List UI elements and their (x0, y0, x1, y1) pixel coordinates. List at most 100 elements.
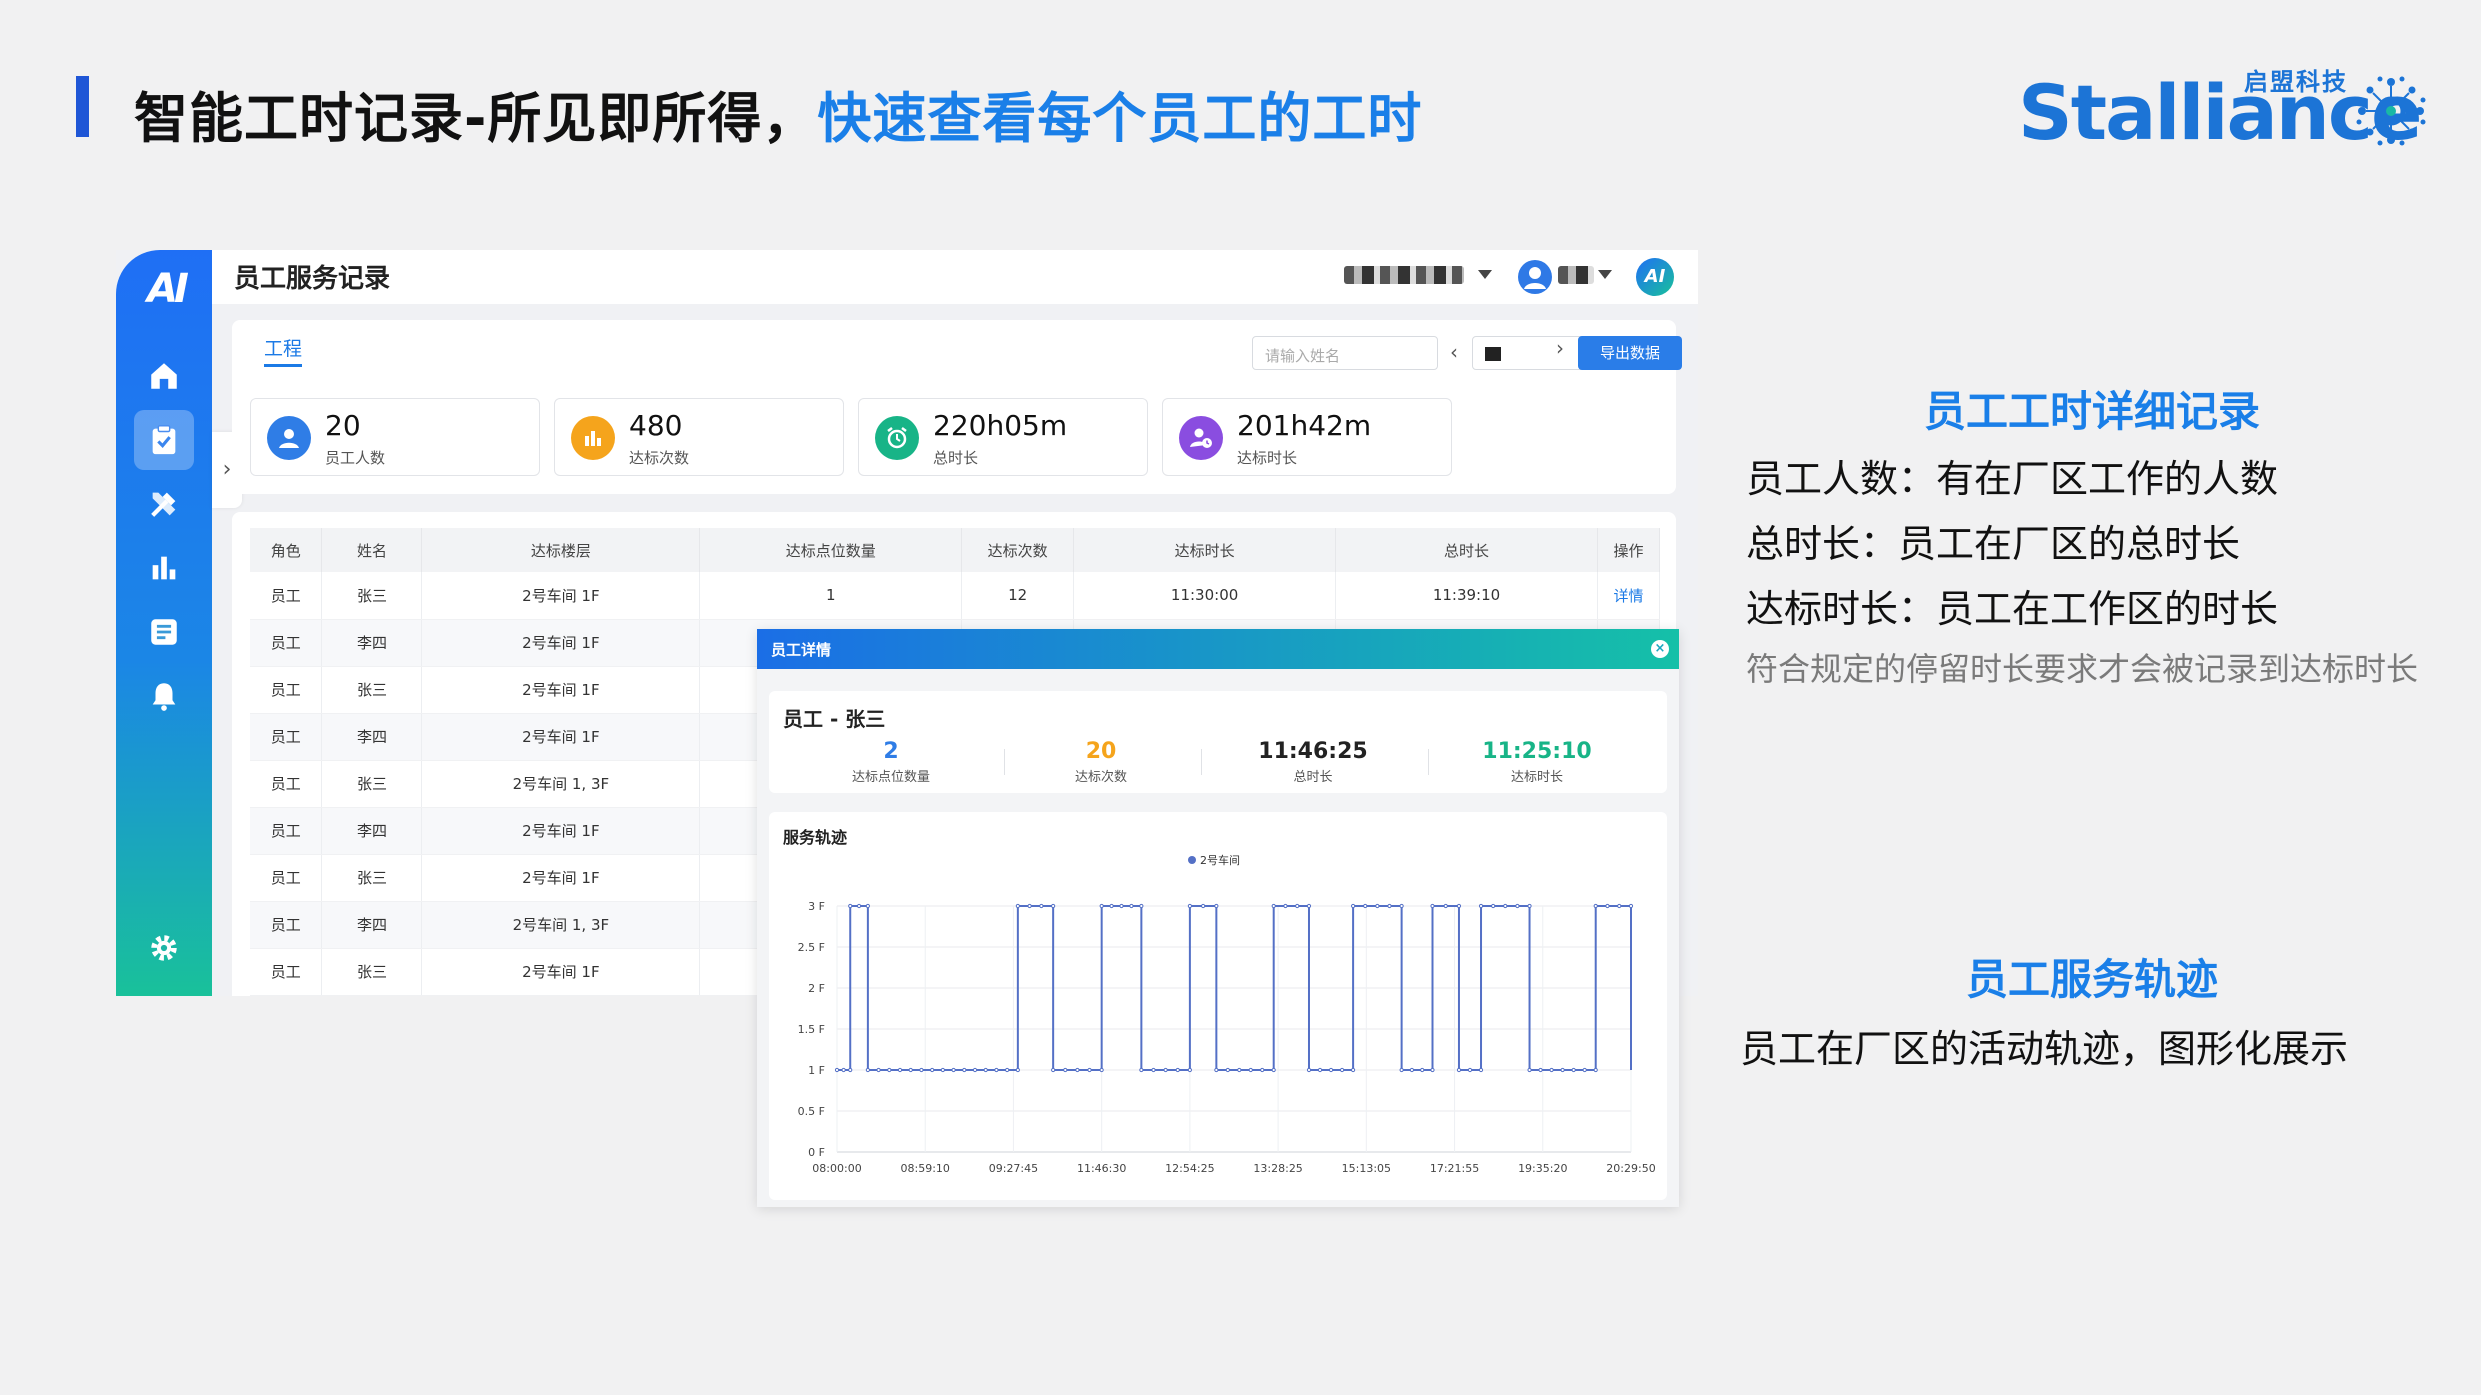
data-point (940, 1067, 945, 1073)
stat-card-employees: 20 员工人数 (250, 398, 540, 476)
y-tick-label: 2.5 F (798, 941, 825, 954)
data-point (1317, 1067, 1323, 1073)
data-point (1491, 903, 1496, 909)
data-point (1503, 903, 1508, 909)
modal-header: 员工详情 × (757, 629, 1679, 669)
table-cell: 员工 (250, 901, 323, 949)
list-doc-icon (151, 619, 177, 645)
modal-stat-value: 11:25:10 (1482, 739, 1592, 764)
chevron-down-icon[interactable] (1598, 270, 1612, 279)
chevron-down-icon[interactable] (1478, 270, 1492, 279)
detail-link[interactable]: 详情 (1597, 572, 1661, 620)
sidebar-item-alerts[interactable] (134, 666, 194, 726)
data-point (876, 1067, 881, 1073)
data-point (1237, 1067, 1242, 1073)
tab-engineering[interactable]: 工程 (264, 334, 302, 361)
note-employee-count: 员工人数：有在厂区工作的人数 (1746, 457, 2279, 501)
slide-title: 智能工时记录-所见即所得，快速查看每个员工的工时 (134, 74, 1422, 153)
data-point (1187, 1067, 1192, 1073)
close-icon[interactable]: × (1651, 640, 1669, 658)
data-point (1605, 903, 1610, 909)
column-header: 姓名 (321, 528, 423, 572)
stat-label: 达标时长 (1237, 449, 1298, 467)
column-header: 达标点位数量 (699, 528, 963, 572)
sidebar-item-list[interactable] (134, 602, 194, 662)
table-cell: 2号车间 1F (421, 807, 701, 855)
table-cell: 2号车间 1, 3F (421, 760, 701, 808)
blurred-org-selector[interactable] (1344, 266, 1464, 284)
data-point (1119, 903, 1124, 909)
sidebar-item-stats[interactable] (134, 538, 194, 598)
bar-chart-icon (152, 556, 176, 580)
user-clock-icon (1179, 416, 1223, 460)
x-tick-label: 09:27:45 (989, 1162, 1038, 1175)
table-cell: 员工 (250, 572, 323, 620)
user-icon (1524, 267, 1546, 289)
data-point (1099, 1067, 1104, 1073)
data-point (1527, 903, 1532, 909)
data-point (1271, 1067, 1276, 1073)
data-point (1443, 903, 1448, 909)
table-cell: 员工 (250, 713, 323, 761)
data-point (1617, 903, 1622, 909)
blurred-date-text (1485, 347, 1501, 361)
data-point (1593, 903, 1598, 909)
note-qualified-rule: 符合规定的停留时长要求才会被记录到达标时长 (1746, 650, 2419, 688)
service-track-heading: 员工服务轨迹 (1966, 955, 2219, 1004)
sidebar-item-settings[interactable] (134, 918, 194, 978)
chevron-left-icon[interactable]: ‹ (1450, 340, 1458, 364)
data-point (1187, 903, 1192, 909)
avatar[interactable] (1518, 260, 1552, 294)
data-point (1099, 903, 1104, 909)
table-cell: 李四 (321, 619, 423, 667)
brand-logo: Stalliance 启盟科技 (2018, 62, 2438, 157)
x-tick-label: 20:29:50 (1606, 1162, 1655, 1175)
data-point (1295, 903, 1300, 909)
gear-icon (151, 935, 177, 961)
data-point (865, 903, 870, 909)
data-point (1063, 1067, 1068, 1073)
x-tick-label: 11:46:30 (1077, 1162, 1126, 1175)
data-point (1478, 903, 1484, 909)
x-tick-label: 13:28:25 (1253, 1162, 1302, 1175)
y-tick-label: 0 F (808, 1146, 825, 1159)
blurred-username[interactable] (1558, 266, 1594, 284)
stat-card-qualified-time: 201h42m 达标时长 (1162, 398, 1452, 476)
x-tick-label: 15:13:05 (1342, 1162, 1391, 1175)
sidebar-item-home[interactable] (134, 346, 194, 406)
x-tick-label: 08:59:10 (901, 1162, 950, 1175)
table-cell: 员工 (250, 807, 323, 855)
data-point (1051, 1067, 1056, 1073)
chevron-right-icon[interactable]: › (1556, 336, 1564, 360)
export-data-button[interactable]: 导出数据 (1578, 336, 1682, 370)
data-point (1420, 1067, 1425, 1073)
data-point (1214, 1067, 1219, 1073)
data-point (1571, 1067, 1576, 1073)
data-point (962, 1067, 967, 1073)
name-search-input[interactable]: 请输入姓名 (1252, 336, 1438, 370)
sidebar-item-records[interactable] (134, 410, 194, 470)
divider (1201, 749, 1202, 775)
data-point (1375, 903, 1380, 909)
data-point (1399, 903, 1404, 909)
stat-label: 达标次数 (629, 449, 690, 467)
service-track-chart: 0 F 0.5 F 1 F 1.5 F 2 F 2.5 F 3 F 08:00:00 08:59… (798, 853, 1656, 1175)
table-cell: 员工 (250, 948, 323, 996)
sidebar-item-tools[interactable] (134, 474, 194, 534)
table-cell: 2号车间 1F (421, 713, 701, 761)
bar-chart-icon (571, 416, 615, 460)
data-point (1248, 1067, 1253, 1073)
employee-summary-card: 员工 - 张三 2 达标点位数量 20 达标次数 11:46:25 总时长 11… (769, 691, 1667, 793)
y-tick-label: 3 F (808, 900, 825, 913)
modal-stat-total: 11:46:25 总时长 (1213, 739, 1413, 785)
table-cell: 11:39:10 (1335, 572, 1598, 620)
data-point (1478, 1067, 1484, 1073)
table-cell: 12 (961, 572, 1075, 620)
column-header: 操作 (1597, 528, 1661, 572)
tab-active-indicator (264, 364, 302, 367)
table-cell: 2号车间 1F (421, 666, 701, 714)
data-point (1430, 1067, 1435, 1073)
table-cell: 2号车间 1F (421, 572, 701, 620)
home-icon (151, 363, 177, 389)
data-point (1399, 1067, 1404, 1073)
